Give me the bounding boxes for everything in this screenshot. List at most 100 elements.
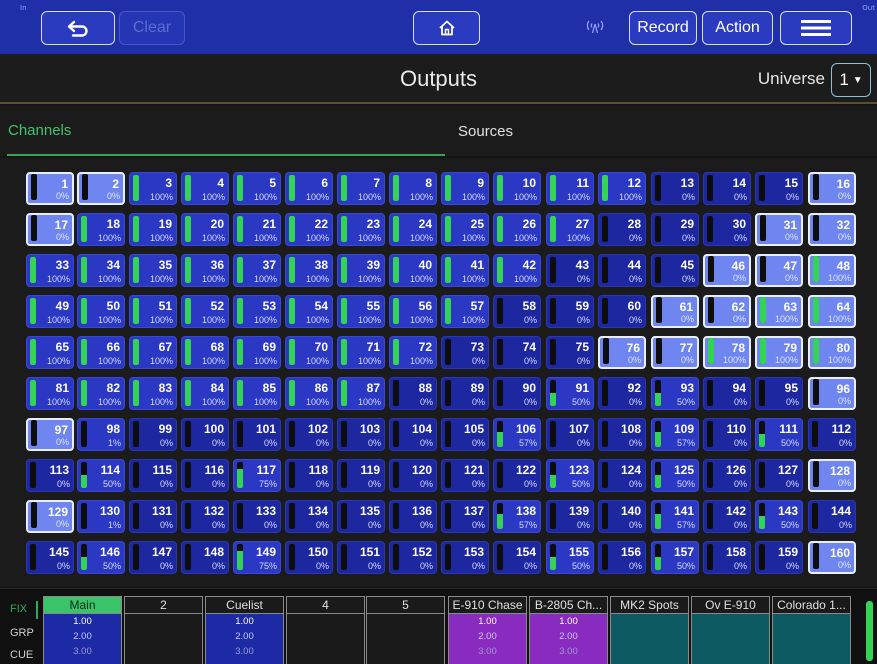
channel-cell[interactable]: 88 0% [389,377,437,410]
channel-cell[interactable]: 93 50% [651,377,699,410]
channel-cell[interactable]: 15 0% [755,172,803,205]
tab-channels[interactable]: Channels [7,106,445,156]
universe-select[interactable]: 1 ▼ [831,63,871,97]
channel-cell[interactable]: 103 0% [337,418,385,451]
channel-cell[interactable]: 107 0% [546,418,594,451]
channel-cell[interactable]: 142 0% [703,500,751,533]
channel-cell[interactable]: 62 0% [703,295,751,328]
channel-cell[interactable]: 99 0% [129,418,177,451]
playback-fader[interactable]: Colorado 1... [772,596,851,664]
channel-cell[interactable]: 110 0% [703,418,751,451]
channel-cell[interactable]: 152 0% [389,541,437,574]
channel-cell[interactable]: 123 50% [546,459,594,492]
channel-cell[interactable]: 49 100% [26,295,74,328]
channel-cell[interactable]: 83 100% [129,377,177,410]
channel-cell[interactable]: 34 100% [77,254,125,287]
mode-grp[interactable]: GRP [10,627,34,639]
channel-cell[interactable]: 51 100% [129,295,177,328]
channel-cell[interactable]: 25 100% [441,213,489,246]
channel-cell[interactable]: 106 57% [493,418,541,451]
playback-fader[interactable]: E-910 Chase 1.00 2.00 3.00 [448,596,527,664]
channel-cell[interactable]: 56 100% [389,295,437,328]
channel-cell[interactable]: 29 0% [651,213,699,246]
channel-cell[interactable]: 42 100% [493,254,541,287]
clear-button[interactable]: Clear [119,11,185,45]
channel-cell[interactable]: 59 0% [546,295,594,328]
back-button[interactable] [41,11,115,45]
channel-cell[interactable]: 50 100% [77,295,125,328]
channel-cell[interactable]: 4 100% [181,172,229,205]
channel-cell[interactable]: 135 0% [337,500,385,533]
channel-cell[interactable]: 70 100% [285,336,333,369]
channel-cell[interactable]: 120 0% [389,459,437,492]
channel-cell[interactable]: 96 0% [808,377,856,410]
channel-cell[interactable]: 145 0% [26,541,74,574]
channel-cell[interactable]: 149 75% [233,541,281,574]
channel-cell[interactable]: 137 0% [441,500,489,533]
channel-cell[interactable]: 151 0% [337,541,385,574]
channel-cell[interactable]: 102 0% [285,418,333,451]
channel-cell[interactable]: 86 100% [285,377,333,410]
channel-cell[interactable]: 45 0% [651,254,699,287]
channel-cell[interactable]: 157 50% [651,541,699,574]
channel-cell[interactable]: 35 100% [129,254,177,287]
channel-cell[interactable]: 52 100% [181,295,229,328]
channel-cell[interactable]: 53 100% [233,295,281,328]
channel-cell[interactable]: 76 0% [598,336,646,369]
channel-cell[interactable]: 154 0% [493,541,541,574]
channel-cell[interactable]: 98 1% [77,418,125,451]
menu-button[interactable] [780,11,852,45]
playback-fader[interactable]: 4 [286,596,365,664]
channel-cell[interactable]: 33 100% [26,254,74,287]
channel-cell[interactable]: 11 100% [546,172,594,205]
channel-cell[interactable]: 159 0% [755,541,803,574]
channel-cell[interactable]: 95 0% [755,377,803,410]
channel-cell[interactable]: 37 100% [233,254,281,287]
channel-cell[interactable]: 69 100% [233,336,281,369]
channel-cell[interactable]: 108 0% [598,418,646,451]
channel-cell[interactable]: 48 100% [808,254,856,287]
channel-cell[interactable]: 2 0% [77,172,125,205]
channel-cell[interactable]: 134 0% [285,500,333,533]
channel-cell[interactable]: 73 0% [441,336,489,369]
mode-cue[interactable]: CUE [10,649,33,661]
channel-cell[interactable]: 122 0% [493,459,541,492]
channel-cell[interactable]: 144 0% [808,500,856,533]
channel-cell[interactable]: 32 0% [808,213,856,246]
channel-cell[interactable]: 80 100% [808,336,856,369]
channel-cell[interactable]: 47 0% [755,254,803,287]
channel-cell[interactable]: 153 0% [441,541,489,574]
channel-cell[interactable]: 131 0% [129,500,177,533]
channel-cell[interactable]: 3 100% [129,172,177,205]
playback-fader[interactable]: Main 1.00 2.00 3.00 [43,596,122,664]
channel-cell[interactable]: 55 100% [337,295,385,328]
channel-cell[interactable]: 114 50% [77,459,125,492]
channel-cell[interactable]: 140 0% [598,500,646,533]
channel-cell[interactable]: 54 100% [285,295,333,328]
channel-cell[interactable]: 1 0% [26,172,74,205]
channel-cell[interactable]: 112 0% [808,418,856,451]
channel-cell[interactable]: 143 50% [755,500,803,533]
playback-fader[interactable]: Ov E-910 [691,596,770,664]
channel-cell[interactable]: 141 57% [651,500,699,533]
channel-cell[interactable]: 7 100% [337,172,385,205]
record-button[interactable]: Record [629,11,697,45]
channel-cell[interactable]: 58 0% [493,295,541,328]
channel-cell[interactable]: 24 100% [389,213,437,246]
playback-fader[interactable]: 2 [124,596,203,664]
playback-fader[interactable]: B-2805 Ch... 1.00 2.00 3.00 [529,596,608,664]
channel-cell[interactable]: 67 100% [129,336,177,369]
channel-cell[interactable]: 43 0% [546,254,594,287]
channel-cell[interactable]: 85 100% [233,377,281,410]
channel-cell[interactable]: 89 0% [441,377,489,410]
channel-cell[interactable]: 78 100% [703,336,751,369]
channel-cell[interactable]: 117 75% [233,459,281,492]
channel-cell[interactable]: 26 100% [493,213,541,246]
tab-sources[interactable]: Sources [445,106,877,156]
channel-cell[interactable]: 136 0% [389,500,437,533]
channel-cell[interactable]: 105 0% [441,418,489,451]
channel-cell[interactable]: 90 0% [493,377,541,410]
channel-cell[interactable]: 158 0% [703,541,751,574]
master-level-bar[interactable] [866,601,873,661]
channel-cell[interactable]: 82 100% [77,377,125,410]
